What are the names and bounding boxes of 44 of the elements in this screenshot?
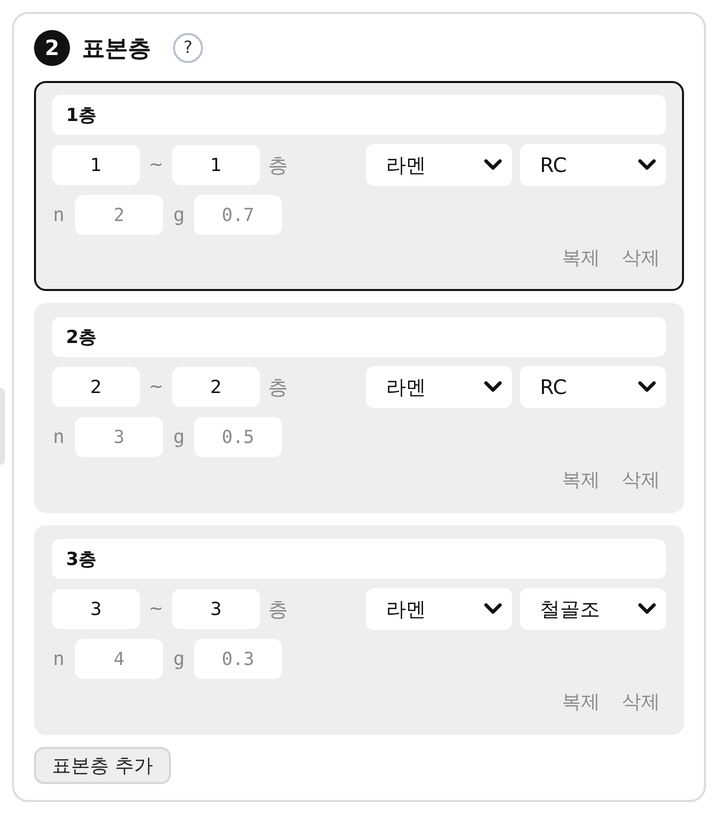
step-number: 2 bbox=[34, 30, 70, 66]
g-field[interactable]: 0.3 bbox=[194, 639, 282, 679]
n-field[interactable]: 2 bbox=[75, 195, 163, 235]
layer-name-field[interactable]: 1층 bbox=[52, 95, 666, 135]
layer-name-field[interactable]: 2층 bbox=[52, 317, 666, 357]
floor-to-field[interactable]: 2 bbox=[172, 367, 260, 407]
layer-name-field[interactable]: 3층 bbox=[52, 539, 666, 579]
structure-select[interactable]: RC bbox=[520, 144, 666, 186]
frame-type-select[interactable]: 라멘 bbox=[366, 144, 512, 186]
g-label: g bbox=[172, 426, 186, 448]
help-button[interactable]: ? bbox=[173, 33, 203, 63]
chevron-down-icon bbox=[638, 159, 656, 171]
floor-unit-label: 층 bbox=[268, 152, 288, 178]
floor-from-field[interactable]: 3 bbox=[52, 589, 140, 629]
n-label: n bbox=[52, 648, 66, 670]
floor-from-field[interactable]: 2 bbox=[52, 367, 140, 407]
chevron-down-icon bbox=[484, 159, 502, 171]
n-label: n bbox=[52, 204, 66, 226]
section-title: 표본층 bbox=[82, 34, 151, 64]
frame-type-select[interactable]: 라멘 bbox=[366, 366, 512, 408]
g-label: g bbox=[172, 648, 186, 670]
chevron-down-icon bbox=[638, 603, 656, 615]
chevron-down-icon bbox=[638, 381, 656, 393]
chevron-down-icon bbox=[484, 603, 502, 615]
structure-select[interactable]: 철골조 bbox=[520, 588, 666, 630]
floor-unit-label: 층 bbox=[268, 374, 288, 400]
floor-unit-label: 층 bbox=[268, 596, 288, 622]
n-field[interactable]: 4 bbox=[75, 639, 163, 679]
floor-to-field[interactable]: 3 bbox=[172, 589, 260, 629]
chevron-down-icon bbox=[484, 381, 502, 393]
add-layer-button[interactable]: 표본층 추가 bbox=[34, 747, 172, 784]
n-label: n bbox=[52, 426, 66, 448]
range-tilde: ~ bbox=[148, 599, 164, 619]
structure-select[interactable]: RC bbox=[520, 366, 666, 408]
g-field[interactable]: 0.5 bbox=[194, 417, 282, 457]
floor-to-field[interactable]: 1 bbox=[172, 145, 260, 185]
n-field[interactable]: 3 bbox=[75, 417, 163, 457]
side-tab[interactable] bbox=[0, 388, 5, 465]
floor-from-field[interactable]: 1 bbox=[52, 145, 140, 185]
range-tilde: ~ bbox=[148, 377, 164, 397]
g-label: g bbox=[172, 204, 186, 226]
range-tilde: ~ bbox=[148, 155, 164, 175]
frame-type-select[interactable]: 라멘 bbox=[366, 588, 512, 630]
g-field[interactable]: 0.7 bbox=[194, 195, 282, 235]
